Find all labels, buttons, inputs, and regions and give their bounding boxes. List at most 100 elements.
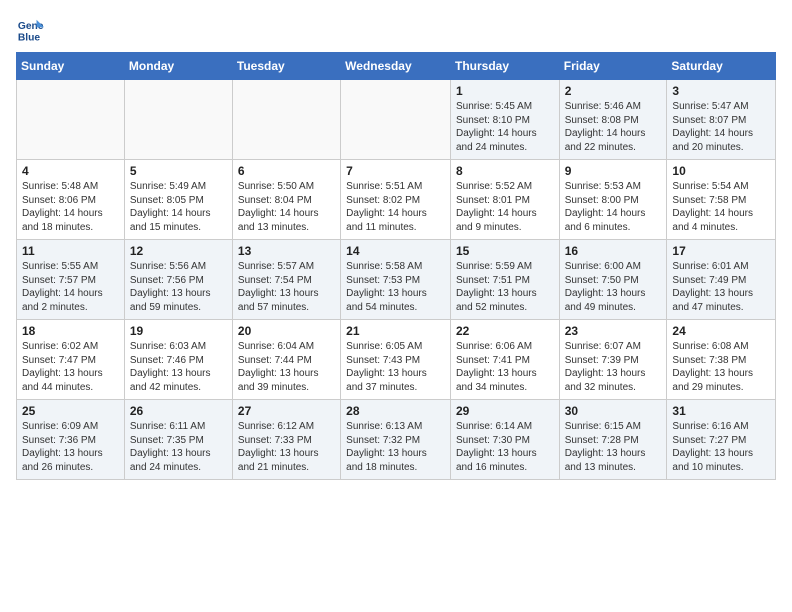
calendar-cell: 29Sunrise: 6:14 AMSunset: 7:30 PMDayligh… (450, 400, 559, 480)
day-info: Sunrise: 5:52 AMSunset: 8:01 PMDaylight:… (456, 180, 554, 234)
calendar-cell: 30 Sunrise: 6:15 AMSunset: 7:28 PMDayligh… (559, 400, 667, 480)
calendar-cell: 14 Sunrise: 5:58 AMSunset: 7:53 PMDayligh… (341, 240, 451, 320)
day-info: Sunrise: 6:09 AMSunset: 7:36 PMDaylight:… (22, 420, 119, 474)
calendar-week-row: 4 Sunrise: 5:48 AMSunset: 8:06 PMDaylight… (17, 160, 776, 240)
day-number: 1 (456, 84, 554, 98)
day-number: 2 (565, 84, 662, 98)
header: General Blue (16, 16, 776, 44)
calendar-cell: 24 Sunrise: 6:08 AMSunset: 7:38 PMDayligh… (667, 320, 776, 400)
day-header-sunday: Sunday (17, 53, 125, 80)
day-header-monday: Monday (124, 53, 232, 80)
day-info: Sunrise: 5:58 AMSunset: 7:53 PMDaylight:… (346, 260, 445, 314)
day-info: Sunrise: 5:56 AMSunset: 7:56 PMDaylight:… (130, 260, 227, 314)
day-number: 15 (456, 244, 554, 258)
calendar-cell: 9Sunrise: 5:53 AMSunset: 8:00 PMDaylight… (559, 160, 667, 240)
day-number: 30 (565, 404, 662, 418)
day-info: Sunrise: 5:47 AMSunset: 8:07 PMDaylight:… (672, 100, 770, 154)
day-info: Sunrise: 6:03 AMSunset: 7:46 PMDaylight:… (130, 340, 227, 394)
days-header-row: SundayMondayTuesdayWednesdayThursdayFrid… (17, 53, 776, 80)
calendar-cell: 28 Sunrise: 6:13 AMSunset: 7:32 PMDayligh… (341, 400, 451, 480)
day-number: 18 (22, 324, 119, 338)
calendar-cell: 19 Sunrise: 6:03 AMSunset: 7:46 PMDayligh… (124, 320, 232, 400)
day-info: Sunrise: 6:15 AMSunset: 7:28 PMDaylight:… (565, 420, 662, 474)
day-info: Sunrise: 6:16 AMSunset: 7:27 PMDaylight:… (672, 420, 770, 474)
calendar-cell: 16Sunrise: 6:00 AMSunset: 7:50 PMDayligh… (559, 240, 667, 320)
calendar-cell: 15 Sunrise: 5:59 AMSunset: 7:51 PMDayligh… (450, 240, 559, 320)
day-info: Sunrise: 6:02 AMSunset: 7:47 PMDaylight:… (22, 340, 119, 394)
day-number: 23 (565, 324, 662, 338)
calendar-cell: 17 Sunrise: 6:01 AMSunset: 7:49 PMDayligh… (667, 240, 776, 320)
day-number: 20 (238, 324, 335, 338)
day-header-tuesday: Tuesday (232, 53, 340, 80)
calendar-table: SundayMondayTuesdayWednesdayThursdayFrid… (16, 52, 776, 480)
day-number: 29 (456, 404, 554, 418)
day-number: 21 (346, 324, 445, 338)
calendar-cell: 31 Sunrise: 6:16 AMSunset: 7:27 PMDayligh… (667, 400, 776, 480)
calendar-cell: 20 Sunrise: 6:04 AMSunset: 7:44 PMDayligh… (232, 320, 340, 400)
calendar-week-row: 25 Sunrise: 6:09 AMSunset: 7:36 PMDayligh… (17, 400, 776, 480)
day-header-friday: Friday (559, 53, 667, 80)
logo-icon: General Blue (16, 16, 44, 44)
day-info: Sunrise: 5:49 AMSunset: 8:05 PMDaylight:… (130, 180, 227, 234)
calendar-cell: 4 Sunrise: 5:48 AMSunset: 8:06 PMDaylight… (17, 160, 125, 240)
day-number: 13 (238, 244, 335, 258)
calendar-cell: 10Sunrise: 5:54 AMSunset: 7:58 PMDayligh… (667, 160, 776, 240)
day-info: Sunrise: 6:01 AMSunset: 7:49 PMDaylight:… (672, 260, 770, 314)
day-info: Sunrise: 5:55 AMSunset: 7:57 PMDaylight:… (22, 260, 119, 314)
day-header-wednesday: Wednesday (341, 53, 451, 80)
day-number: 10 (672, 164, 770, 178)
day-number: 5 (130, 164, 227, 178)
day-info: Sunrise: 5:46 AMSunset: 8:08 PMDaylight:… (565, 100, 662, 154)
day-info: Sunrise: 5:51 AMSunset: 8:02 PMDaylight:… (346, 180, 445, 234)
day-info: Sunrise: 6:13 AMSunset: 7:32 PMDaylight:… (346, 420, 445, 474)
calendar-cell: 7 Sunrise: 5:51 AMSunset: 8:02 PMDaylight… (341, 160, 451, 240)
calendar-cell: 18 Sunrise: 6:02 AMSunset: 7:47 PMDayligh… (17, 320, 125, 400)
calendar-cell: 21Sunrise: 6:05 AMSunset: 7:43 PMDayligh… (341, 320, 451, 400)
calendar-cell: 13 Sunrise: 5:57 AMSunset: 7:54 PMDayligh… (232, 240, 340, 320)
logo: General Blue (16, 16, 48, 44)
day-header-thursday: Thursday (450, 53, 559, 80)
calendar-cell: 22 Sunrise: 6:06 AMSunset: 7:41 PMDayligh… (450, 320, 559, 400)
calendar-cell: 26 Sunrise: 6:11 AMSunset: 7:35 PMDayligh… (124, 400, 232, 480)
day-number: 9 (565, 164, 662, 178)
calendar-cell: 3 Sunrise: 5:47 AMSunset: 8:07 PMDaylight… (667, 80, 776, 160)
day-number: 7 (346, 164, 445, 178)
day-number: 14 (346, 244, 445, 258)
calendar-cell (341, 80, 451, 160)
calendar-cell (17, 80, 125, 160)
day-info: Sunrise: 5:50 AMSunset: 8:04 PMDaylight:… (238, 180, 335, 234)
day-info: Sunrise: 5:48 AMSunset: 8:06 PMDaylight:… (22, 180, 119, 234)
day-info: Sunrise: 6:00 AMSunset: 7:50 PMDaylight:… (565, 260, 662, 314)
calendar-cell: 25 Sunrise: 6:09 AMSunset: 7:36 PMDayligh… (17, 400, 125, 480)
calendar-week-row: 18 Sunrise: 6:02 AMSunset: 7:47 PMDayligh… (17, 320, 776, 400)
day-number: 25 (22, 404, 119, 418)
day-number: 28 (346, 404, 445, 418)
day-number: 26 (130, 404, 227, 418)
day-info: Sunrise: 6:07 AMSunset: 7:39 PMDaylight:… (565, 340, 662, 394)
calendar-cell: 23 Sunrise: 6:07 AMSunset: 7:39 PMDayligh… (559, 320, 667, 400)
day-number: 6 (238, 164, 335, 178)
day-number: 24 (672, 324, 770, 338)
day-info: Sunrise: 5:57 AMSunset: 7:54 PMDaylight:… (238, 260, 335, 314)
calendar-cell: 8Sunrise: 5:52 AMSunset: 8:01 PMDaylight… (450, 160, 559, 240)
calendar-cell: 27Sunrise: 6:12 AMSunset: 7:33 PMDayligh… (232, 400, 340, 480)
day-number: 12 (130, 244, 227, 258)
day-number: 4 (22, 164, 119, 178)
day-number: 22 (456, 324, 554, 338)
day-info: Sunrise: 6:08 AMSunset: 7:38 PMDaylight:… (672, 340, 770, 394)
day-number: 11 (22, 244, 119, 258)
day-number: 31 (672, 404, 770, 418)
calendar-cell: 11 Sunrise: 5:55 AMSunset: 7:57 PMDayligh… (17, 240, 125, 320)
calendar-cell: 1 Sunrise: 5:45 AMSunset: 8:10 PMDaylight… (450, 80, 559, 160)
calendar-cell (124, 80, 232, 160)
day-info: Sunrise: 6:11 AMSunset: 7:35 PMDaylight:… (130, 420, 227, 474)
day-number: 3 (672, 84, 770, 98)
day-number: 19 (130, 324, 227, 338)
day-header-saturday: Saturday (667, 53, 776, 80)
day-info: Sunrise: 5:45 AMSunset: 8:10 PMDaylight:… (456, 100, 554, 154)
day-number: 17 (672, 244, 770, 258)
day-info: Sunrise: 6:06 AMSunset: 7:41 PMDaylight:… (456, 340, 554, 394)
day-number: 27 (238, 404, 335, 418)
day-info: Sunrise: 5:59 AMSunset: 7:51 PMDaylight:… (456, 260, 554, 314)
day-info: Sunrise: 6:04 AMSunset: 7:44 PMDaylight:… (238, 340, 335, 394)
